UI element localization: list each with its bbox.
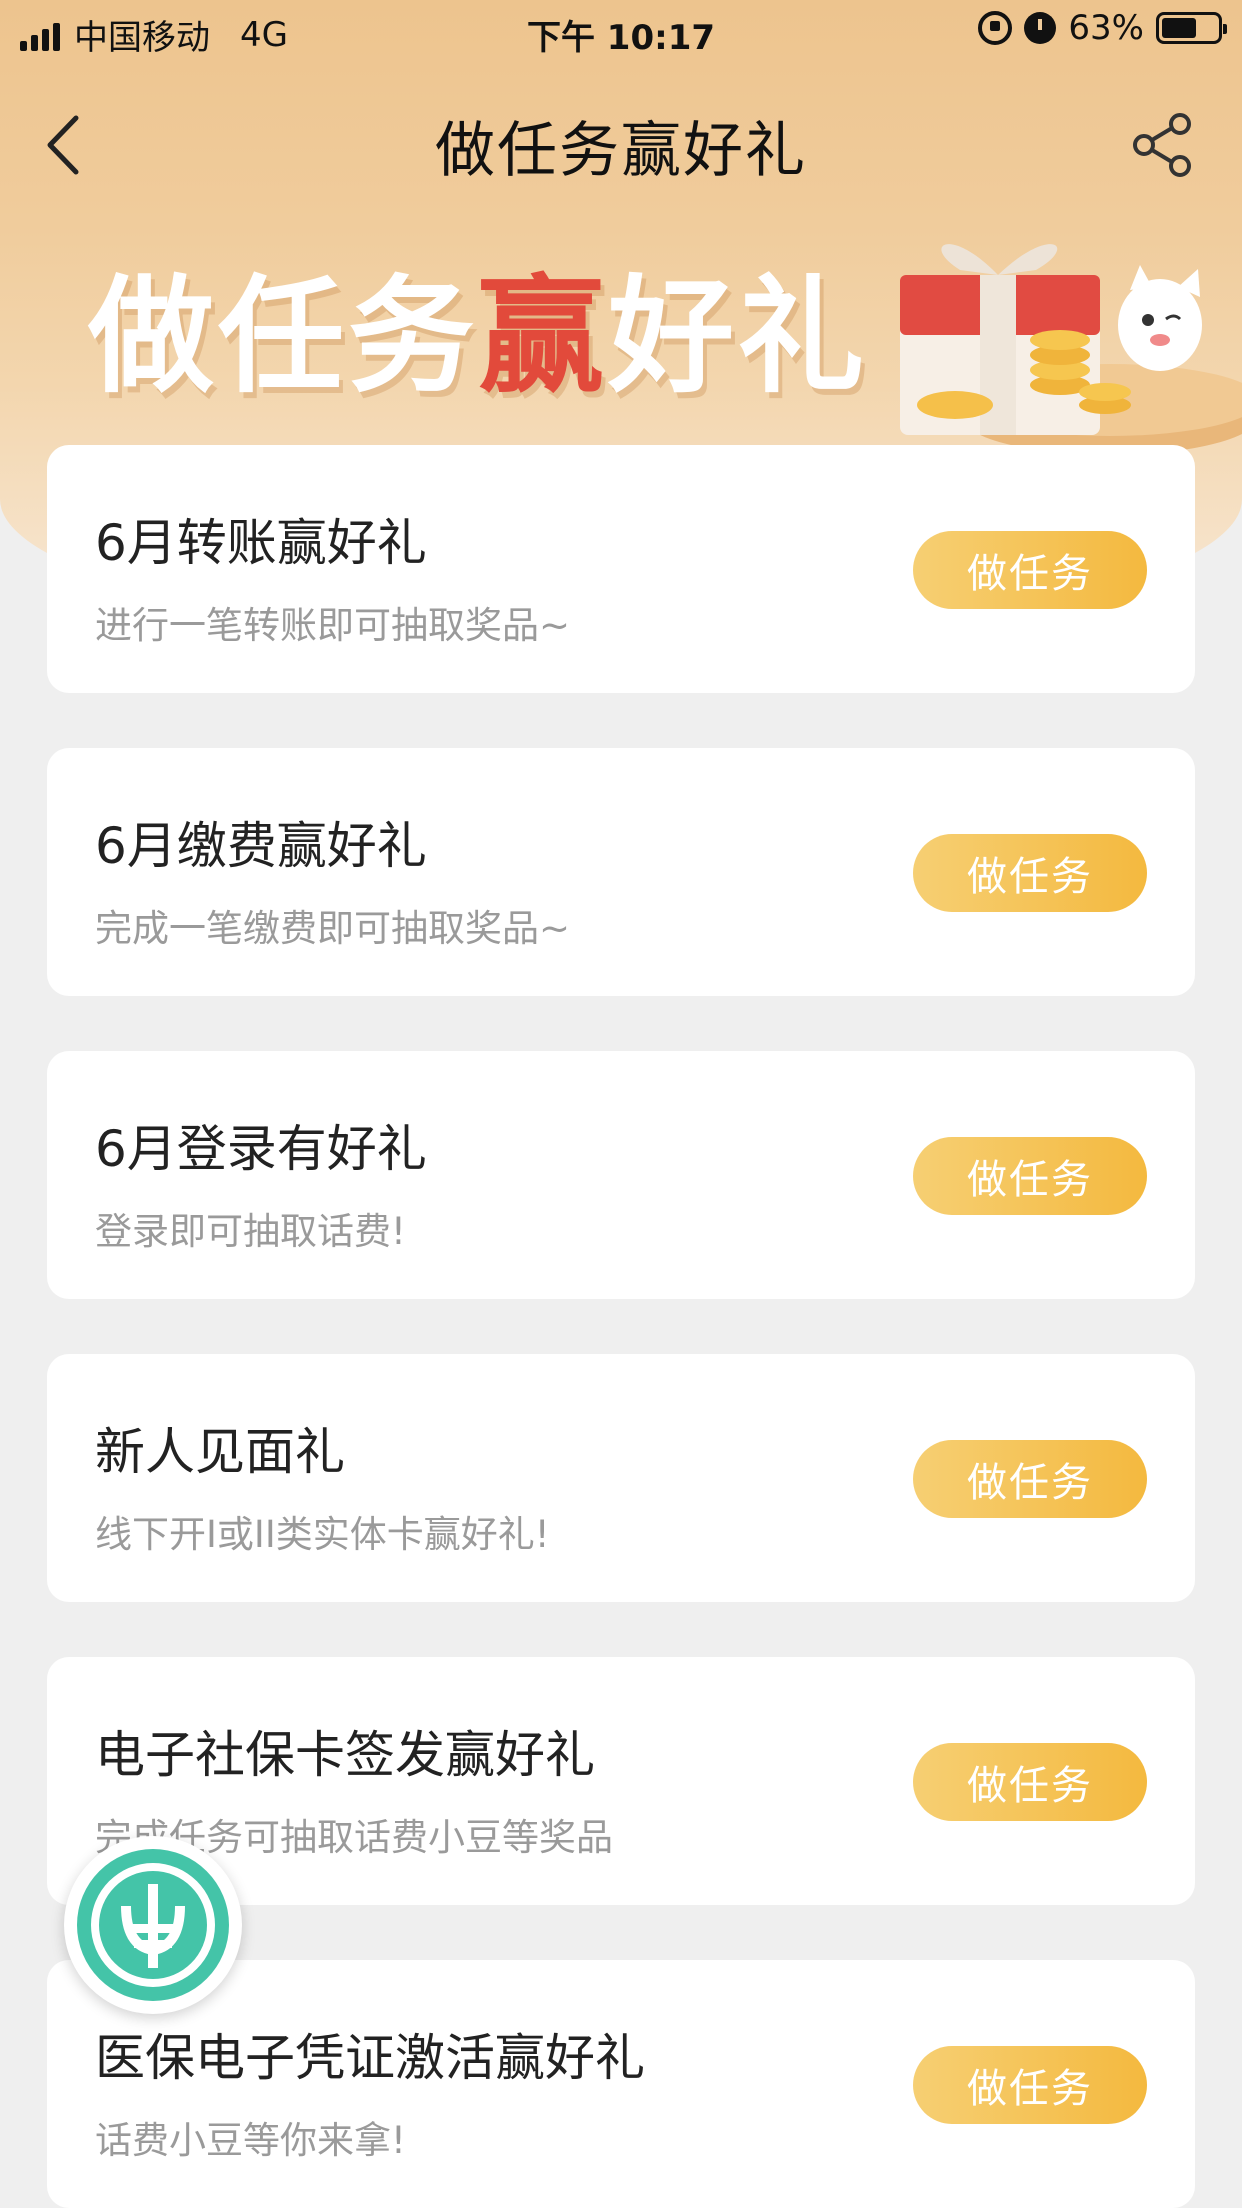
task-card: 6月转账赢好礼进行一笔转账即可抽取奖品~ 做任务 — [47, 445, 1195, 693]
floating-bank-badge[interactable] — [64, 1836, 242, 2014]
task-description: 进行一笔转账即可抽取奖品~ — [95, 604, 571, 647]
do-task-button[interactable]: 做任务 — [913, 1743, 1147, 1821]
banner-title: 做任务赢好礼 — [88, 263, 868, 410]
task-title: 6月缴费赢好礼 — [95, 817, 427, 875]
task-title: 6月登录有好礼 — [95, 1120, 427, 1178]
alarm-icon — [1024, 12, 1057, 44]
task-card: 6月登录有好礼登录即可抽取话费! 做任务 — [47, 1051, 1195, 1299]
battery-icon — [1156, 12, 1227, 44]
gift-mascot-illustration — [900, 244, 1242, 455]
orientation-lock-icon — [978, 11, 1013, 45]
do-task-button[interactable]: 做任务 — [913, 531, 1147, 609]
do-task-button[interactable]: 做任务 — [913, 2046, 1147, 2124]
status-bar: 中国移动 4G 下午 10:17 63% — [0, 0, 1242, 62]
promo-banner: 做任务赢好礼 — [0, 215, 1242, 455]
do-task-button[interactable]: 做任务 — [913, 1137, 1147, 1215]
page-title: 做任务赢好礼 — [435, 116, 807, 186]
abc-bank-logo-icon — [77, 1849, 229, 2001]
task-card: 新人见面礼线下开I或II类实体卡赢好礼! 做任务 — [47, 1354, 1195, 1602]
task-title: 6月转账赢好礼 — [95, 514, 427, 572]
share-button[interactable] — [1128, 110, 1198, 180]
task-description: 话费小豆等你来拿! — [95, 2119, 406, 2162]
nav-bar: 做任务赢好礼 — [0, 90, 1242, 200]
do-task-button[interactable]: 做任务 — [913, 1440, 1147, 1518]
share-icon — [1133, 113, 1191, 177]
task-title: 新人见面礼 — [95, 1423, 345, 1481]
task-description: 登录即可抽取话费! — [95, 1210, 406, 1253]
task-card: 6月缴费赢好礼完成一笔缴费即可抽取奖品~ 做任务 — [47, 748, 1195, 996]
task-description: 完成一笔缴费即可抽取奖品~ — [95, 907, 571, 950]
task-title: 医保电子凭证激活赢好礼 — [95, 2029, 645, 2087]
do-task-button[interactable]: 做任务 — [913, 834, 1147, 912]
battery-percent: 63% — [1068, 8, 1144, 48]
task-title: 电子社保卡签发赢好礼 — [95, 1726, 595, 1784]
task-description: 线下开I或II类实体卡赢好礼! — [95, 1513, 550, 1556]
